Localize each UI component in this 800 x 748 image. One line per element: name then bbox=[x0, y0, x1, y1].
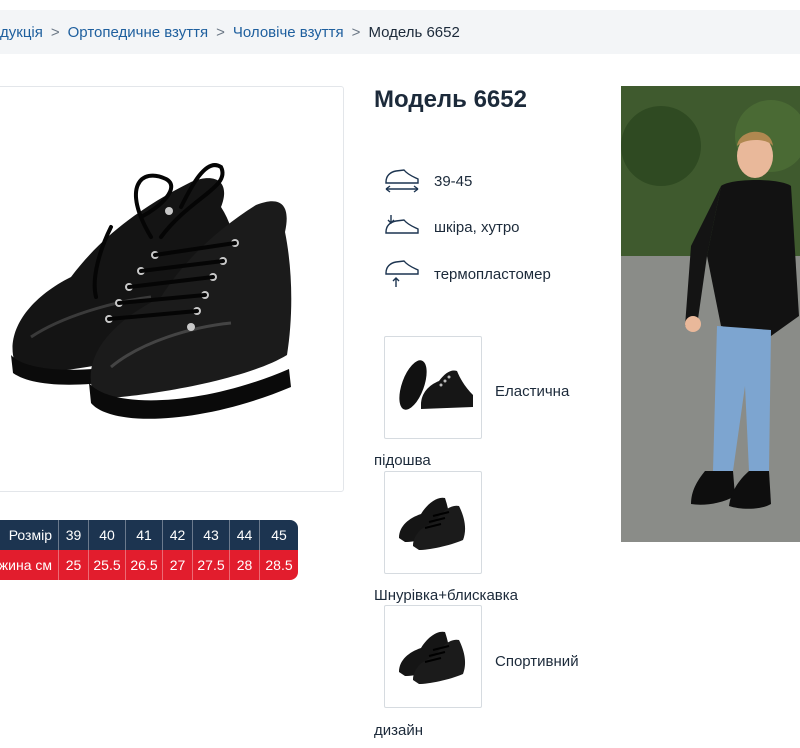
feature-sole: термопластомер bbox=[382, 259, 551, 289]
gallery-thumb-sole[interactable] bbox=[384, 336, 482, 439]
model-wearing-shoes-photo[interactable] bbox=[621, 86, 800, 542]
gallery-thumb-design[interactable] bbox=[384, 605, 482, 708]
breadcrumb-separator: > bbox=[216, 23, 225, 41]
size-cell: 45 bbox=[259, 520, 298, 550]
shoe-pair-thumb-image bbox=[399, 631, 466, 684]
feature-size: 39-45 bbox=[382, 166, 472, 196]
size-cell: 42 bbox=[162, 520, 193, 550]
size-cell: 43 bbox=[192, 520, 230, 550]
gallery-caption-sport: Спортивний bbox=[495, 653, 579, 670]
breadcrumb-separator: > bbox=[351, 23, 361, 41]
shoe-sole-image bbox=[399, 360, 473, 410]
shoe-sole-icon bbox=[385, 260, 419, 287]
gallery-caption-elastic: Еластична bbox=[495, 383, 570, 400]
length-cell: 28 bbox=[229, 550, 260, 580]
breadcrumb-current: Модель 6652 bbox=[368, 23, 460, 41]
length-cell: 27 bbox=[162, 550, 193, 580]
size-label: Розмір bbox=[0, 520, 59, 550]
gallery-caption-zipper: Шнурівка+блискавка bbox=[374, 587, 518, 604]
length-row: жина см 25 25.5 26.5 27 27.5 28 28.5 bbox=[0, 550, 298, 580]
size-cell: 40 bbox=[88, 520, 126, 550]
length-cell: 27.5 bbox=[192, 550, 230, 580]
size-cell: 39 bbox=[58, 520, 89, 550]
length-cell: 25.5 bbox=[88, 550, 126, 580]
length-cell: 26.5 bbox=[125, 550, 163, 580]
length-label: жина см bbox=[0, 550, 59, 580]
length-cell: 28.5 bbox=[259, 550, 298, 580]
gallery-caption-design: дизайн bbox=[374, 722, 424, 739]
feature-size-text: 39-45 bbox=[434, 172, 473, 190]
model-image bbox=[621, 86, 800, 542]
feature-material: шкіра, хутро bbox=[382, 212, 520, 242]
breadcrumb: дукція > Ортопедичне взуття > Чоловіче в… bbox=[0, 10, 800, 54]
breadcrumb-separator: > bbox=[50, 23, 60, 41]
shoe-pair-image bbox=[11, 163, 292, 419]
breadcrumb-mens-link[interactable]: Чоловіче взуття bbox=[233, 24, 344, 41]
product-title: Модель 6652 bbox=[374, 86, 527, 113]
gallery-thumb-zipper[interactable] bbox=[384, 471, 482, 574]
feature-material-text: шкіра, хутро bbox=[434, 218, 520, 236]
shoe-size-icon bbox=[385, 169, 419, 193]
feature-sole-text: термопластомер bbox=[434, 265, 551, 283]
breadcrumb-orthopedic-link[interactable]: Ортопедичне взуття bbox=[68, 24, 208, 41]
shoe-pair-thumb-image bbox=[399, 497, 466, 550]
breadcrumb-products-link[interactable]: дукція bbox=[0, 24, 43, 41]
length-cell: 25 bbox=[58, 550, 89, 580]
size-cell: 44 bbox=[229, 520, 260, 550]
product-main-photo[interactable] bbox=[0, 86, 344, 492]
size-cell: 41 bbox=[125, 520, 163, 550]
size-row: Розмір 39 40 41 42 43 44 45 bbox=[0, 520, 298, 550]
size-table: Розмір 39 40 41 42 43 44 45 жина см 25 2… bbox=[0, 520, 298, 580]
gallery-caption-sole: підошва bbox=[374, 452, 431, 469]
shoe-material-icon bbox=[385, 215, 419, 234]
